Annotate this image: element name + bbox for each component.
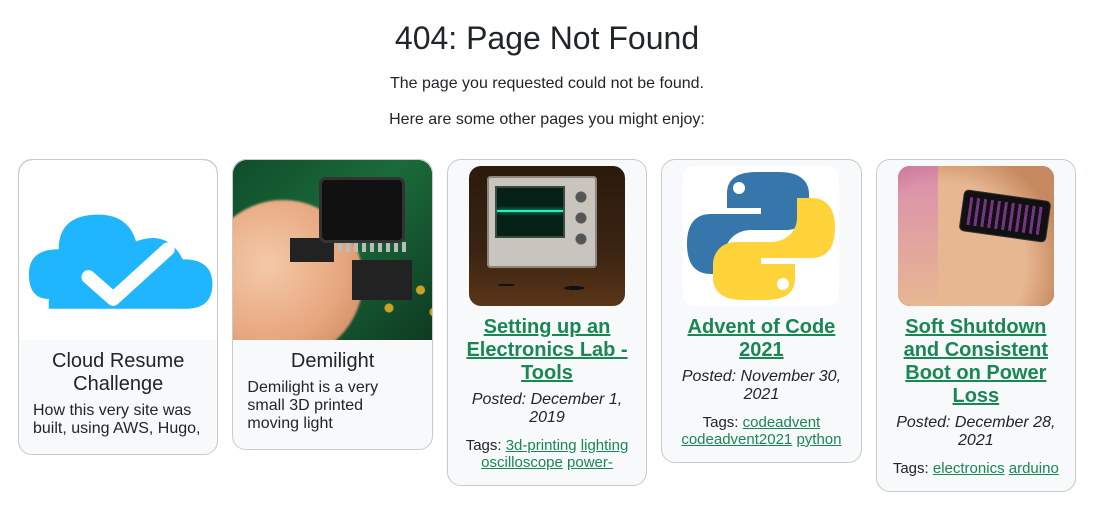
- card-posted-date: Posted: December 1, 2019: [458, 391, 636, 427]
- card-advent-of-code[interactable]: Advent of Code 2021 Posted: November 30,…: [661, 159, 861, 463]
- card-title-link[interactable]: Advent of Code 2021: [688, 316, 836, 361]
- card-thumbnail: [469, 166, 625, 306]
- card-thumbnail: [683, 166, 839, 306]
- tags-label: Tags:: [466, 437, 506, 454]
- tags-label: Tags:: [893, 460, 933, 477]
- card-description: Demilight is a very small 3D printed mov…: [247, 379, 417, 433]
- card-tags: Tags: electronics arduino: [887, 460, 1065, 477]
- tag-link[interactable]: electronics: [933, 460, 1005, 477]
- card-tags: Tags: 3d-printing lighting oscilloscope …: [458, 437, 636, 471]
- card-thumbnail: [19, 160, 217, 340]
- card-thumbnail: [233, 160, 431, 340]
- card-tags: Tags: codeadvent codeadvent2021 python: [672, 414, 850, 448]
- card-thumbnail: [898, 166, 1054, 306]
- cloud-check-icon: [19, 160, 217, 339]
- card-description: How this very site was built, using AWS,…: [33, 402, 203, 438]
- tag-link[interactable]: 3d-printing: [506, 437, 577, 454]
- card-posted-date: Posted: December 28, 2021: [887, 414, 1065, 450]
- tag-link[interactable]: arduino: [1009, 460, 1059, 477]
- card-title: Demilight: [245, 350, 419, 373]
- tag-link[interactable]: codeadvent2021: [681, 431, 792, 448]
- card-title: Cloud Resume Challenge: [31, 350, 205, 396]
- suggestion-hint: Here are some other pages you might enjo…: [0, 111, 1094, 129]
- card-electronics-lab[interactable]: Setting up an Electronics Lab - Tools Po…: [447, 159, 647, 486]
- card-cloud-resume[interactable]: Cloud Resume Challenge How this very sit…: [18, 159, 218, 455]
- card-title-link[interactable]: Soft Shutdown and Consistent Boot on Pow…: [904, 316, 1048, 407]
- tag-link[interactable]: codeadvent: [743, 414, 821, 431]
- tags-label: Tags:: [703, 414, 743, 431]
- card-demilight[interactable]: Demilight Demilight is a very small 3D p…: [232, 159, 432, 450]
- card-title-link[interactable]: Setting up an Electronics Lab - Tools: [466, 316, 627, 384]
- card-posted-date: Posted: November 30, 2021: [672, 368, 850, 404]
- page-title: 404: Page Not Found: [0, 20, 1094, 57]
- tag-link[interactable]: power-: [567, 454, 613, 471]
- not-found-subtitle: The page you requested could not be foun…: [0, 75, 1094, 93]
- tag-link[interactable]: lighting: [581, 437, 629, 454]
- card-soft-shutdown[interactable]: Soft Shutdown and Consistent Boot on Pow…: [876, 159, 1076, 492]
- card-row: Cloud Resume Challenge How this very sit…: [0, 159, 1094, 492]
- tag-link[interactable]: python: [796, 431, 841, 448]
- python-logo-icon: [683, 166, 839, 306]
- tag-link[interactable]: oscilloscope: [481, 454, 563, 471]
